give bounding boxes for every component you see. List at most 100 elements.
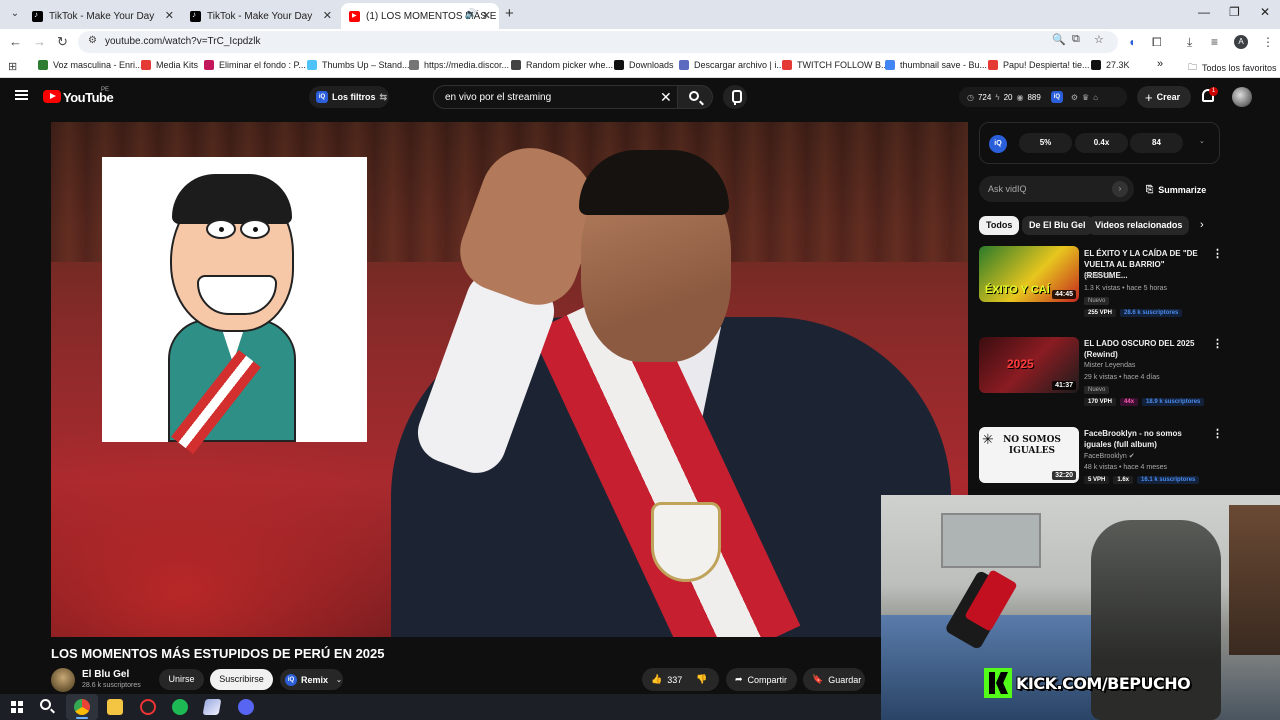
remix-button[interactable]: iQ Remix ⌄ <box>280 669 343 690</box>
bookmark-item[interactable]: Random picker whe... <box>511 60 613 70</box>
voice-search-mic-icon[interactable] <box>723 85 747 109</box>
chevron-down-icon[interactable]: ⌄ <box>1199 137 1205 145</box>
chip-from-channel[interactable]: De El Blu Gel <box>1022 216 1093 235</box>
chrome-menu-icon[interactable]: ⋮ <box>1262 35 1274 49</box>
close-window-icon[interactable]: ✕ <box>1260 5 1270 19</box>
vph-badge: 170 VPH <box>1084 398 1117 406</box>
share-button[interactable]: ➦ Compartir <box>726 668 797 691</box>
file-explorer-icon[interactable] <box>107 699 123 715</box>
subscribe-button[interactable]: Suscribirse <box>210 669 273 690</box>
app-icon[interactable] <box>202 699 222 715</box>
tab-close-icon[interactable]: ✕ <box>482 9 491 22</box>
filters-button[interactable]: iQ Los filtros ⇆ <box>309 86 389 108</box>
ask-vidiq-input[interactable]: Ask vidIQ › <box>979 176 1134 202</box>
vidiq-stat[interactable]: 0.4x <box>1075 133 1128 153</box>
bookmark-item[interactable]: Downloads <box>614 60 674 70</box>
bookmark-item[interactable]: 27.3K <box>1091 60 1130 70</box>
more-vert-icon[interactable]: ⋮ <box>1212 247 1223 260</box>
channel-avatar[interactable] <box>51 668 75 692</box>
related-title[interactable]: FaceBrooklyn - no somos iguales (full al… <box>1084 428 1206 450</box>
menu-hamburger-icon[interactable] <box>15 90 28 100</box>
apps-grid-icon[interactable]: ⊞ <box>8 60 17 73</box>
search-button[interactable] <box>678 85 713 109</box>
bookmark-item[interactable]: Eliminar el fondo : P... <box>204 60 306 70</box>
send-arrow-icon[interactable]: › <box>1112 181 1128 197</box>
related-channel[interactable]: Mister Leyendas <box>1084 362 1135 369</box>
minimize-icon[interactable]: — <box>1198 5 1210 19</box>
new-tab-plus-icon[interactable]: + <box>505 5 514 22</box>
site-info-icon[interactable]: ⚙ <box>88 35 97 46</box>
related-title[interactable]: EL LADO OSCURO DEL 2025 (Rewind) <box>1084 338 1206 360</box>
vidiq-stat[interactable]: 5% <box>1019 133 1072 153</box>
search-input[interactable]: en vivo por el streaming ✕ <box>433 85 678 109</box>
chip-all[interactable]: Todos <box>979 216 1020 235</box>
bookmark-item[interactable]: https://media.discor... <box>409 60 509 70</box>
related-thumbnail[interactable]: 2025 41:37 <box>979 337 1079 393</box>
youtube-logo-icon[interactable] <box>43 90 61 103</box>
bookmark-item[interactable]: Voz masculina - Enri... <box>38 60 143 70</box>
bookmark-star-icon[interactable]: ☆ <box>1094 33 1104 46</box>
restore-icon[interactable]: ❐ <box>1229 5 1240 19</box>
tab-close-icon[interactable]: ✕ <box>165 9 174 22</box>
windows-start-icon[interactable] <box>11 701 23 713</box>
related-channel[interactable]: FaceBrooklyn ✔ <box>1084 452 1135 460</box>
channel-name[interactable]: El Blu Gel <box>82 669 129 680</box>
obs-icon[interactable] <box>140 699 156 715</box>
zoom-icon[interactable]: 🔍 <box>1052 33 1066 46</box>
like-thumb-icon[interactable]: 👍 <box>651 674 662 685</box>
bookmark-item[interactable]: thumbnail save - Bu... <box>885 60 987 70</box>
bookmark-item[interactable]: Media Kits <box>141 60 198 70</box>
subs-badge: 16.1 k suscriptores <box>1137 476 1200 484</box>
tab-close-icon[interactable]: ✕ <box>323 9 332 22</box>
spotify-icon[interactable] <box>172 699 188 715</box>
chip-related[interactable]: Videos relacionados <box>1088 216 1190 235</box>
bookmark-item[interactable]: TWITCH FOLLOW B... <box>782 60 889 70</box>
bookmarks-overflow-icon[interactable]: » <box>1157 58 1163 70</box>
vidiq-stat[interactable]: 84 <box>1130 133 1183 153</box>
related-thumbnail[interactable]: NO SOMOS IGUALES ✳ 32:20 <box>979 427 1079 483</box>
related-channel[interactable]: El Blu Gel <box>1084 273 1115 280</box>
save-button[interactable]: 🔖 Guardar <box>803 668 865 691</box>
vidiq-stats-pill[interactable]: ◷ 724 ϟ 20 ◉ 889 iQ ⚙ ♛ ⌂ <box>959 87 1127 107</box>
chevron-right-icon[interactable]: › <box>1200 219 1204 231</box>
dislike-thumb-icon[interactable]: 👎 <box>696 674 707 685</box>
address-url[interactable]: youtube.com/watch?v=TrC_Icpdzlk <box>105 36 261 47</box>
downloads-icon[interactable]: ⤓ <box>1187 35 1192 50</box>
discord-icon[interactable] <box>238 699 254 715</box>
create-button[interactable]: + Crear <box>1137 86 1191 108</box>
more-vert-icon[interactable]: ⋮ <box>1212 337 1223 350</box>
reload-icon[interactable]: ↻ <box>57 34 68 50</box>
join-button[interactable]: Unirse <box>159 669 204 690</box>
video-player[interactable] <box>51 122 968 637</box>
taskbar-search-icon[interactable] <box>40 699 51 710</box>
browser-tab-2[interactable]: TikTok - Make Your Day ✕ <box>182 3 340 29</box>
browser-tab-3-active[interactable]: (1) LOS MOMENTOS MÁS E 🔊 ✕ <box>341 3 499 29</box>
search-value[interactable]: en vivo por el streaming <box>445 92 551 103</box>
extensions-puzzle-icon[interactable]: ⧠ <box>1152 35 1162 50</box>
vidiq-extension-icon[interactable]: ◖ <box>1128 35 1135 49</box>
all-bookmarks-folder[interactable]: 🗀 Todos los favoritos <box>1188 60 1277 76</box>
profile-avatar[interactable]: A <box>1234 35 1248 49</box>
related-thumbnail[interactable]: ÉXITO Y CAÍ 44:45 <box>979 246 1079 302</box>
forward-arrow-icon[interactable]: → <box>33 34 46 49</box>
settings-icon: ⚙ <box>1070 92 1078 102</box>
chevron-down-icon[interactable]: ⌄ <box>336 676 342 684</box>
install-app-icon[interactable]: ⧉ <box>1072 33 1080 46</box>
bookmark-item[interactable]: Papu! Despierta! tie... <box>988 60 1090 70</box>
summarize-button[interactable]: ⎘ Summarize <box>1146 184 1206 195</box>
like-count[interactable]: 337 <box>667 675 682 685</box>
more-vert-icon[interactable]: ⋮ <box>1212 427 1223 440</box>
account-avatar[interactable] <box>1232 87 1252 107</box>
bookmark-item[interactable]: Descargar archivo | i... <box>679 60 784 70</box>
clear-search-icon[interactable]: ✕ <box>660 89 672 106</box>
chrome-icon[interactable] <box>74 699 90 715</box>
browser-tab-1[interactable]: TikTok - Make Your Day ✕ <box>24 3 182 29</box>
bookmark-item[interactable]: Thumbs Up – Stand... <box>307 60 410 70</box>
address-bar[interactable]: ⚙ youtube.com/watch?v=TrC_Icpdzlk <box>78 31 1118 53</box>
back-arrow-icon[interactable]: ← <box>9 34 22 49</box>
channel-subscribers: 28.6 k suscriptores <box>82 682 141 689</box>
audio-playing-icon[interactable]: 🔊 <box>465 9 477 20</box>
stat-value: 724 <box>977 92 992 102</box>
reading-list-icon[interactable]: ≡ <box>1211 35 1218 49</box>
tab-search-chevron-icon[interactable]: ⌄ <box>6 5 24 23</box>
